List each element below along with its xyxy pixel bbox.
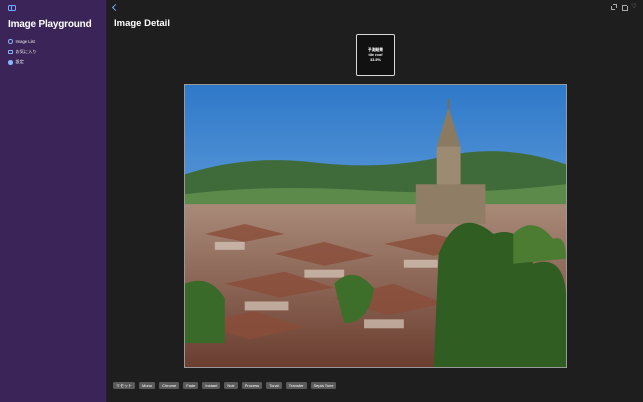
sidebar-item-image-list[interactable]: Image List [8, 36, 36, 47]
detail-image [184, 84, 567, 368]
filter-button-fade[interactable]: Fade [183, 382, 199, 389]
filter-button-mono[interactable]: Mono [139, 382, 156, 389]
heart-icon [8, 49, 13, 54]
toolbar: ♡ [611, 4, 637, 11]
app-title: Image Playground [8, 19, 92, 30]
heart-icon[interactable]: ♡ [631, 4, 637, 10]
page-title: Image Detail [114, 18, 170, 29]
prediction-box: 予測結果 tile roof 33.5% [356, 34, 395, 76]
expand-icon[interactable] [611, 4, 617, 10]
prediction-confidence: 33.5% [370, 57, 381, 62]
filter-button-tonal[interactable]: Tonal [266, 382, 282, 389]
filter-button-instant[interactable]: Instant [202, 382, 221, 389]
sidebar-item-label: 設定 [15, 59, 24, 65]
filter-button-process[interactable]: Process [241, 382, 263, 389]
filter-button-transfer[interactable]: Transfer [285, 382, 307, 389]
trash-icon[interactable] [621, 4, 628, 11]
filter-button-reset[interactable]: リセット [113, 382, 135, 389]
sidebar-toggle-icon[interactable] [8, 5, 16, 11]
sidebar-item-settings[interactable]: 設定 [8, 57, 36, 68]
back-icon[interactable] [111, 3, 120, 12]
filter-button-noir[interactable]: Noir [224, 382, 238, 389]
filter-button-chrome[interactable]: Chrome [159, 382, 180, 389]
sidebar-item-label: Image List [15, 38, 35, 44]
filter-button-sepia-tone[interactable]: Sepia Tone [310, 382, 337, 389]
sidebar: Image Playground Image List お気に入り 設定 [0, 0, 107, 402]
sidebar-item-label: お気に入り [15, 48, 37, 54]
photo-icon [8, 39, 13, 44]
main-content: ♡ Image Detail 予測結果 tile roof 33.5% リセット… [108, 0, 643, 402]
gear-icon [8, 60, 13, 65]
filter-bar: リセット Mono Chrome Fade Instant Noir Proce… [113, 382, 337, 389]
sidebar-item-favorites[interactable]: お気に入り [8, 47, 36, 58]
sidebar-nav: Image List お気に入り 設定 [8, 36, 36, 68]
